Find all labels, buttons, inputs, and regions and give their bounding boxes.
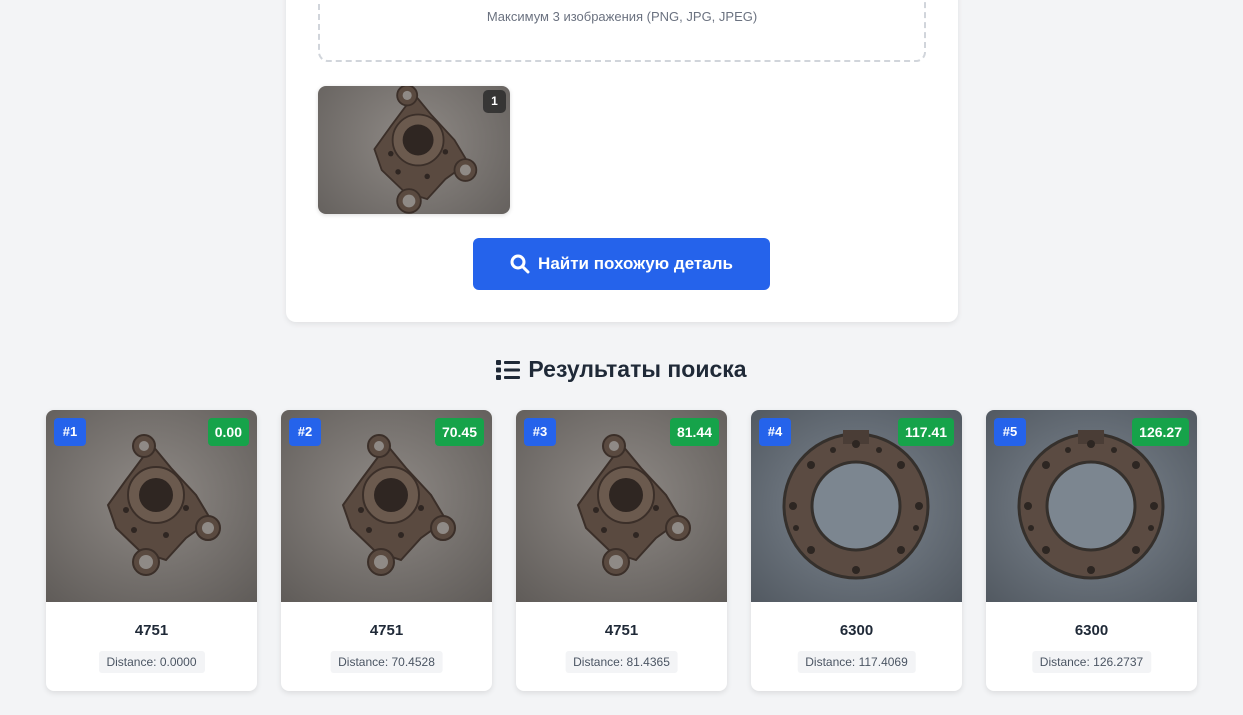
part-number: 6300 — [839, 622, 874, 639]
result-card[interactable]: #4 117.41 6300 Distance: 117.4069 — [751, 410, 962, 691]
find-similar-part-button[interactable]: Найти похожую деталь — [473, 238, 770, 290]
result-card[interactable]: #1 0.00 4751 Distance: 0.0000 — [46, 410, 257, 691]
rank-badge: #3 — [524, 418, 556, 446]
distance-label: Distance: 126.2737 — [1031, 651, 1152, 673]
dropzone[interactable]: Максимум 3 изображения (PNG, JPG, JPEG) — [318, 0, 926, 62]
score-badge: 81.44 — [669, 418, 719, 446]
score-badge: 126.27 — [1132, 418, 1189, 446]
uploaded-image-preview[interactable]: 1 — [318, 86, 510, 214]
list-icon — [496, 359, 521, 380]
rank-badge: #5 — [994, 418, 1026, 446]
search-icon — [510, 254, 530, 274]
preview-index-badge: 1 — [483, 90, 506, 113]
result-card[interactable]: #2 70.45 4751 Distance: 70.4528 — [281, 410, 492, 691]
flange-photo — [318, 86, 510, 214]
results-title: Результаты поиска — [528, 356, 747, 382]
find-similar-part-label: Найти похожую деталь — [538, 254, 733, 273]
result-card[interactable]: #5 126.27 6300 Distance: 126.2737 — [986, 410, 1197, 691]
dropzone-hint: Максимум 3 изображения (PNG, JPG, JPEG) — [486, 9, 758, 24]
upload-panel: Максимум 3 изображения (PNG, JPG, JPEG) … — [286, 0, 958, 322]
score-badge: 0.00 — [207, 418, 249, 446]
result-card[interactable]: #3 81.44 4751 Distance: 81.4365 — [516, 410, 727, 691]
score-badge: 70.45 — [434, 418, 484, 446]
part-number: 4751 — [604, 622, 639, 639]
rank-badge: #2 — [289, 418, 321, 446]
distance-label: Distance: 81.4365 — [565, 651, 678, 673]
score-badge: 117.41 — [897, 418, 954, 446]
rank-badge: #1 — [54, 418, 86, 446]
rank-badge: #4 — [759, 418, 791, 446]
distance-label: Distance: 70.4528 — [330, 651, 443, 673]
part-number: 4751 — [134, 622, 169, 639]
part-number: 6300 — [1074, 622, 1109, 639]
distance-label: Distance: 0.0000 — [98, 651, 205, 673]
distance-label: Distance: 117.4069 — [797, 651, 916, 673]
part-number: 4751 — [369, 622, 404, 639]
results-heading: Результаты поиска — [0, 356, 1243, 383]
